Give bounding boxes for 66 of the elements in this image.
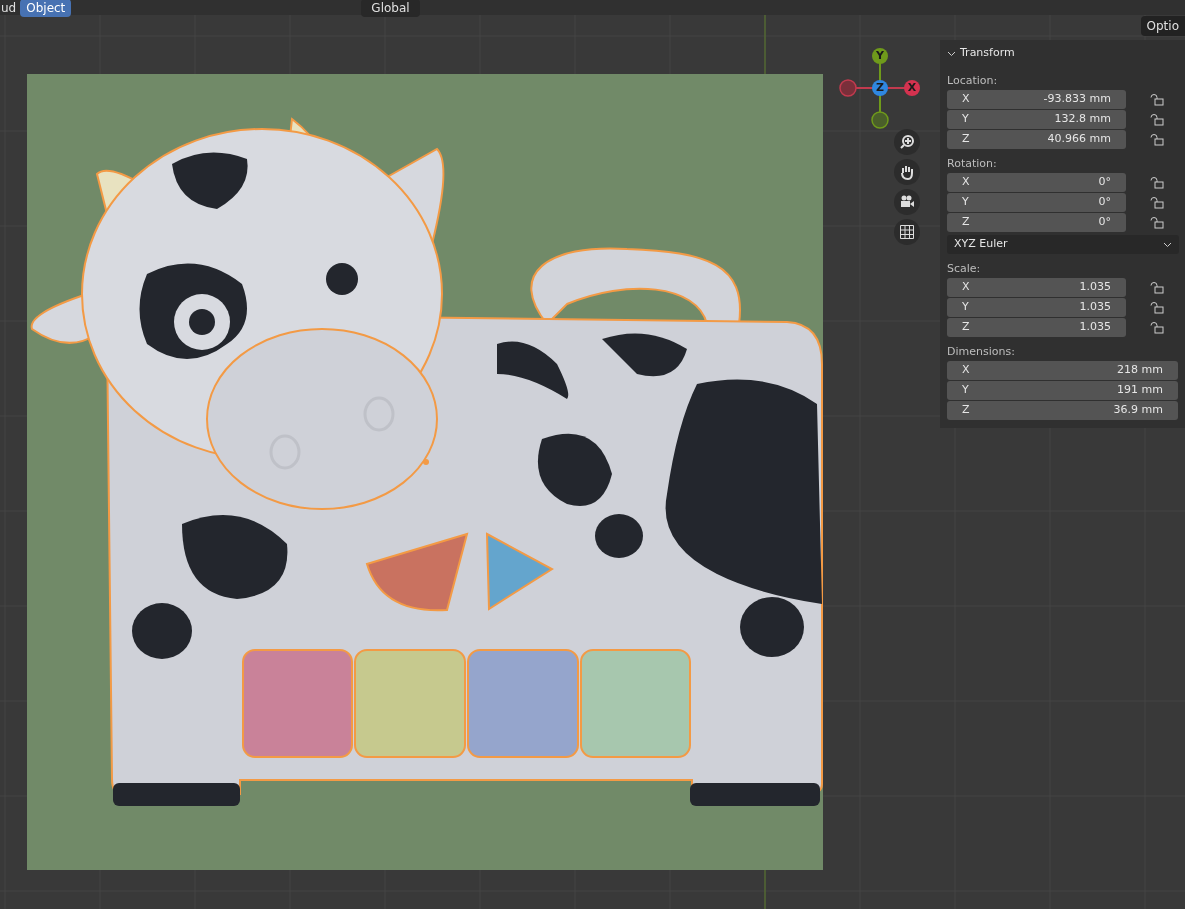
lock-icon[interactable]: [1150, 92, 1164, 106]
axis-label: Y: [962, 298, 969, 315]
mode-label: ud: [1, 0, 17, 17]
field-value: 0°: [1098, 173, 1111, 190]
field-value: -93.833 mm: [1043, 90, 1111, 107]
chevron-icon: [1163, 240, 1172, 249]
orientation-dropdown[interactable]: Global: [361, 0, 420, 17]
panel-title: Transform: [960, 44, 1015, 61]
number-field[interactable]: Y 1.035: [947, 297, 1126, 317]
lock-icon[interactable]: [1150, 175, 1164, 189]
number-field[interactable]: Y 132.8 mm: [947, 109, 1126, 129]
axis-label: X: [962, 278, 970, 295]
section-label: Dimensions:: [947, 344, 1016, 360]
number-field[interactable]: Y 0°: [947, 192, 1126, 212]
axis-handle[interactable]: Y: [872, 48, 888, 64]
mode-button[interactable]: Object: [20, 0, 72, 17]
axis-label: Y: [962, 110, 969, 127]
section-label: Location:: [947, 73, 999, 89]
field-value: 36.9 mm: [1113, 401, 1163, 418]
axis-handle[interactable]: Z: [872, 80, 888, 96]
number-field[interactable]: Z 0°: [947, 212, 1126, 232]
axis-label: Z: [962, 213, 970, 230]
grid-icon[interactable]: [894, 219, 920, 245]
number-field[interactable]: Z 36.9 mm: [947, 400, 1178, 420]
section-label: Scale:: [947, 261, 982, 277]
hand-icon[interactable]: [894, 159, 920, 185]
number-field[interactable]: Y 191 mm: [947, 380, 1178, 400]
axis-label: X: [962, 173, 970, 190]
axis-label: X: [962, 361, 970, 378]
field-value: 0°: [1098, 193, 1111, 210]
negative-axis-handle[interactable]: [839, 79, 857, 97]
lock-icon[interactable]: [1150, 112, 1164, 126]
rotation-mode-dropdown[interactable]: XYZ Euler: [947, 235, 1179, 254]
field-value: 1.035: [1079, 278, 1111, 295]
zoom-icon[interactable]: [894, 129, 920, 155]
lock-icon[interactable]: [1150, 300, 1164, 314]
lock-icon[interactable]: [1150, 280, 1164, 294]
number-field[interactable]: X 218 mm: [947, 360, 1178, 380]
negative-axis-handle[interactable]: [871, 111, 889, 129]
camera-icon[interactable]: [894, 189, 920, 215]
lock-icon[interactable]: [1150, 195, 1164, 209]
lock-icon[interactable]: [1150, 320, 1164, 334]
axis-label: Z: [962, 401, 970, 418]
axis-handle[interactable]: X: [904, 80, 920, 96]
number-field[interactable]: X 1.035: [947, 277, 1126, 297]
field-value: 1.035: [1079, 298, 1111, 315]
number-field[interactable]: X 0°: [947, 172, 1126, 192]
number-field[interactable]: Z 1.035: [947, 317, 1126, 337]
number-field[interactable]: X -93.833 mm: [947, 89, 1126, 109]
field-value: 218 mm: [1117, 361, 1163, 378]
options-button[interactable]: Optio: [1140, 16, 1185, 36]
field-value: 191 mm: [1117, 381, 1163, 398]
field-value: 40.966 mm: [1047, 130, 1111, 147]
axis-label: Z: [962, 318, 970, 335]
lock-icon[interactable]: [1150, 215, 1164, 229]
axis-label: Y: [962, 381, 969, 398]
section-label: Rotation:: [947, 156, 998, 172]
lock-icon[interactable]: [1150, 132, 1164, 146]
axis-label: Z: [962, 130, 970, 147]
dropdown-value: XYZ Euler: [954, 236, 1008, 253]
number-field[interactable]: Z 40.966 mm: [947, 129, 1126, 149]
field-value: 132.8 mm: [1054, 110, 1111, 127]
field-value: 1.035: [1079, 318, 1111, 335]
field-value: 0°: [1098, 213, 1111, 230]
axis-label: X: [962, 90, 970, 107]
axis-label: Y: [962, 193, 969, 210]
